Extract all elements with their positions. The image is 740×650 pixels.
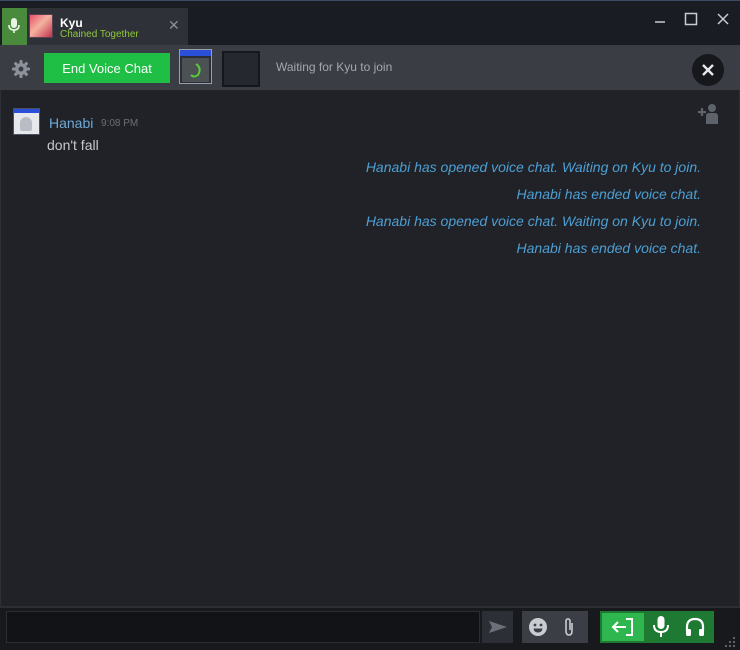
system-message: Hanabi has ended voice chat. bbox=[516, 186, 701, 202]
tab-close-icon[interactable]: ✕ bbox=[168, 19, 180, 33]
message-author[interactable]: Hanabi bbox=[49, 115, 93, 131]
tab-friend-status: Chained Together bbox=[60, 29, 139, 40]
microphone-icon bbox=[8, 18, 20, 33]
speaking-indicator-icon bbox=[190, 63, 201, 78]
chat-tab-kyu[interactable]: Kyu Chained Together ✕ bbox=[2, 8, 188, 46]
emoji-icon[interactable] bbox=[528, 617, 548, 637]
microphone-icon[interactable] bbox=[651, 615, 671, 639]
paperclip-icon[interactable] bbox=[561, 617, 577, 637]
minimize-icon[interactable] bbox=[652, 11, 668, 27]
emoji-attach-group bbox=[522, 611, 588, 643]
close-icon[interactable] bbox=[715, 11, 731, 27]
headset-icon[interactable] bbox=[684, 616, 706, 638]
chat-history[interactable]: Hanabi 9:08 PM don't fall Hanabi has ope… bbox=[0, 90, 740, 608]
maximize-icon[interactable] bbox=[683, 11, 699, 27]
participant-avatar-hanabi bbox=[179, 49, 212, 84]
send-icon bbox=[488, 621, 507, 633]
resize-grip-icon[interactable] bbox=[724, 636, 736, 648]
message-input[interactable] bbox=[6, 611, 480, 643]
add-friend-icon[interactable] bbox=[697, 102, 721, 126]
leave-voice-button[interactable] bbox=[602, 613, 644, 641]
system-message: Hanabi has opened voice chat. Waiting on… bbox=[365, 159, 701, 175]
tab-friend-name: Kyu bbox=[60, 16, 83, 30]
leave-voice-icon bbox=[611, 618, 633, 636]
tab-voice-indicator bbox=[2, 8, 27, 46]
system-message: Hanabi has opened voice chat. Waiting on… bbox=[365, 213, 701, 229]
close-voice-chat-button[interactable] bbox=[692, 54, 724, 86]
message-timestamp: 9:08 PM bbox=[101, 118, 139, 129]
end-voice-chat-button[interactable]: End Voice Chat bbox=[44, 53, 170, 83]
voice-waiting-status: Waiting for Kyu to join bbox=[276, 60, 393, 74]
voice-controls bbox=[600, 611, 714, 643]
system-message: Hanabi has ended voice chat. bbox=[516, 240, 701, 256]
title-bar: Kyu Chained Together ✕ bbox=[0, 0, 740, 46]
participant-avatar-empty bbox=[222, 51, 260, 87]
gear-icon[interactable] bbox=[11, 59, 31, 79]
send-button[interactable] bbox=[482, 611, 513, 643]
chat-input-bar bbox=[0, 606, 740, 650]
voice-chat-bar: End Voice Chat Waiting for Kyu to join bbox=[0, 45, 740, 90]
friend-avatar bbox=[29, 14, 53, 38]
avatar[interactable] bbox=[13, 108, 40, 135]
close-icon bbox=[702, 64, 714, 76]
message-text: don't fall bbox=[47, 137, 99, 153]
